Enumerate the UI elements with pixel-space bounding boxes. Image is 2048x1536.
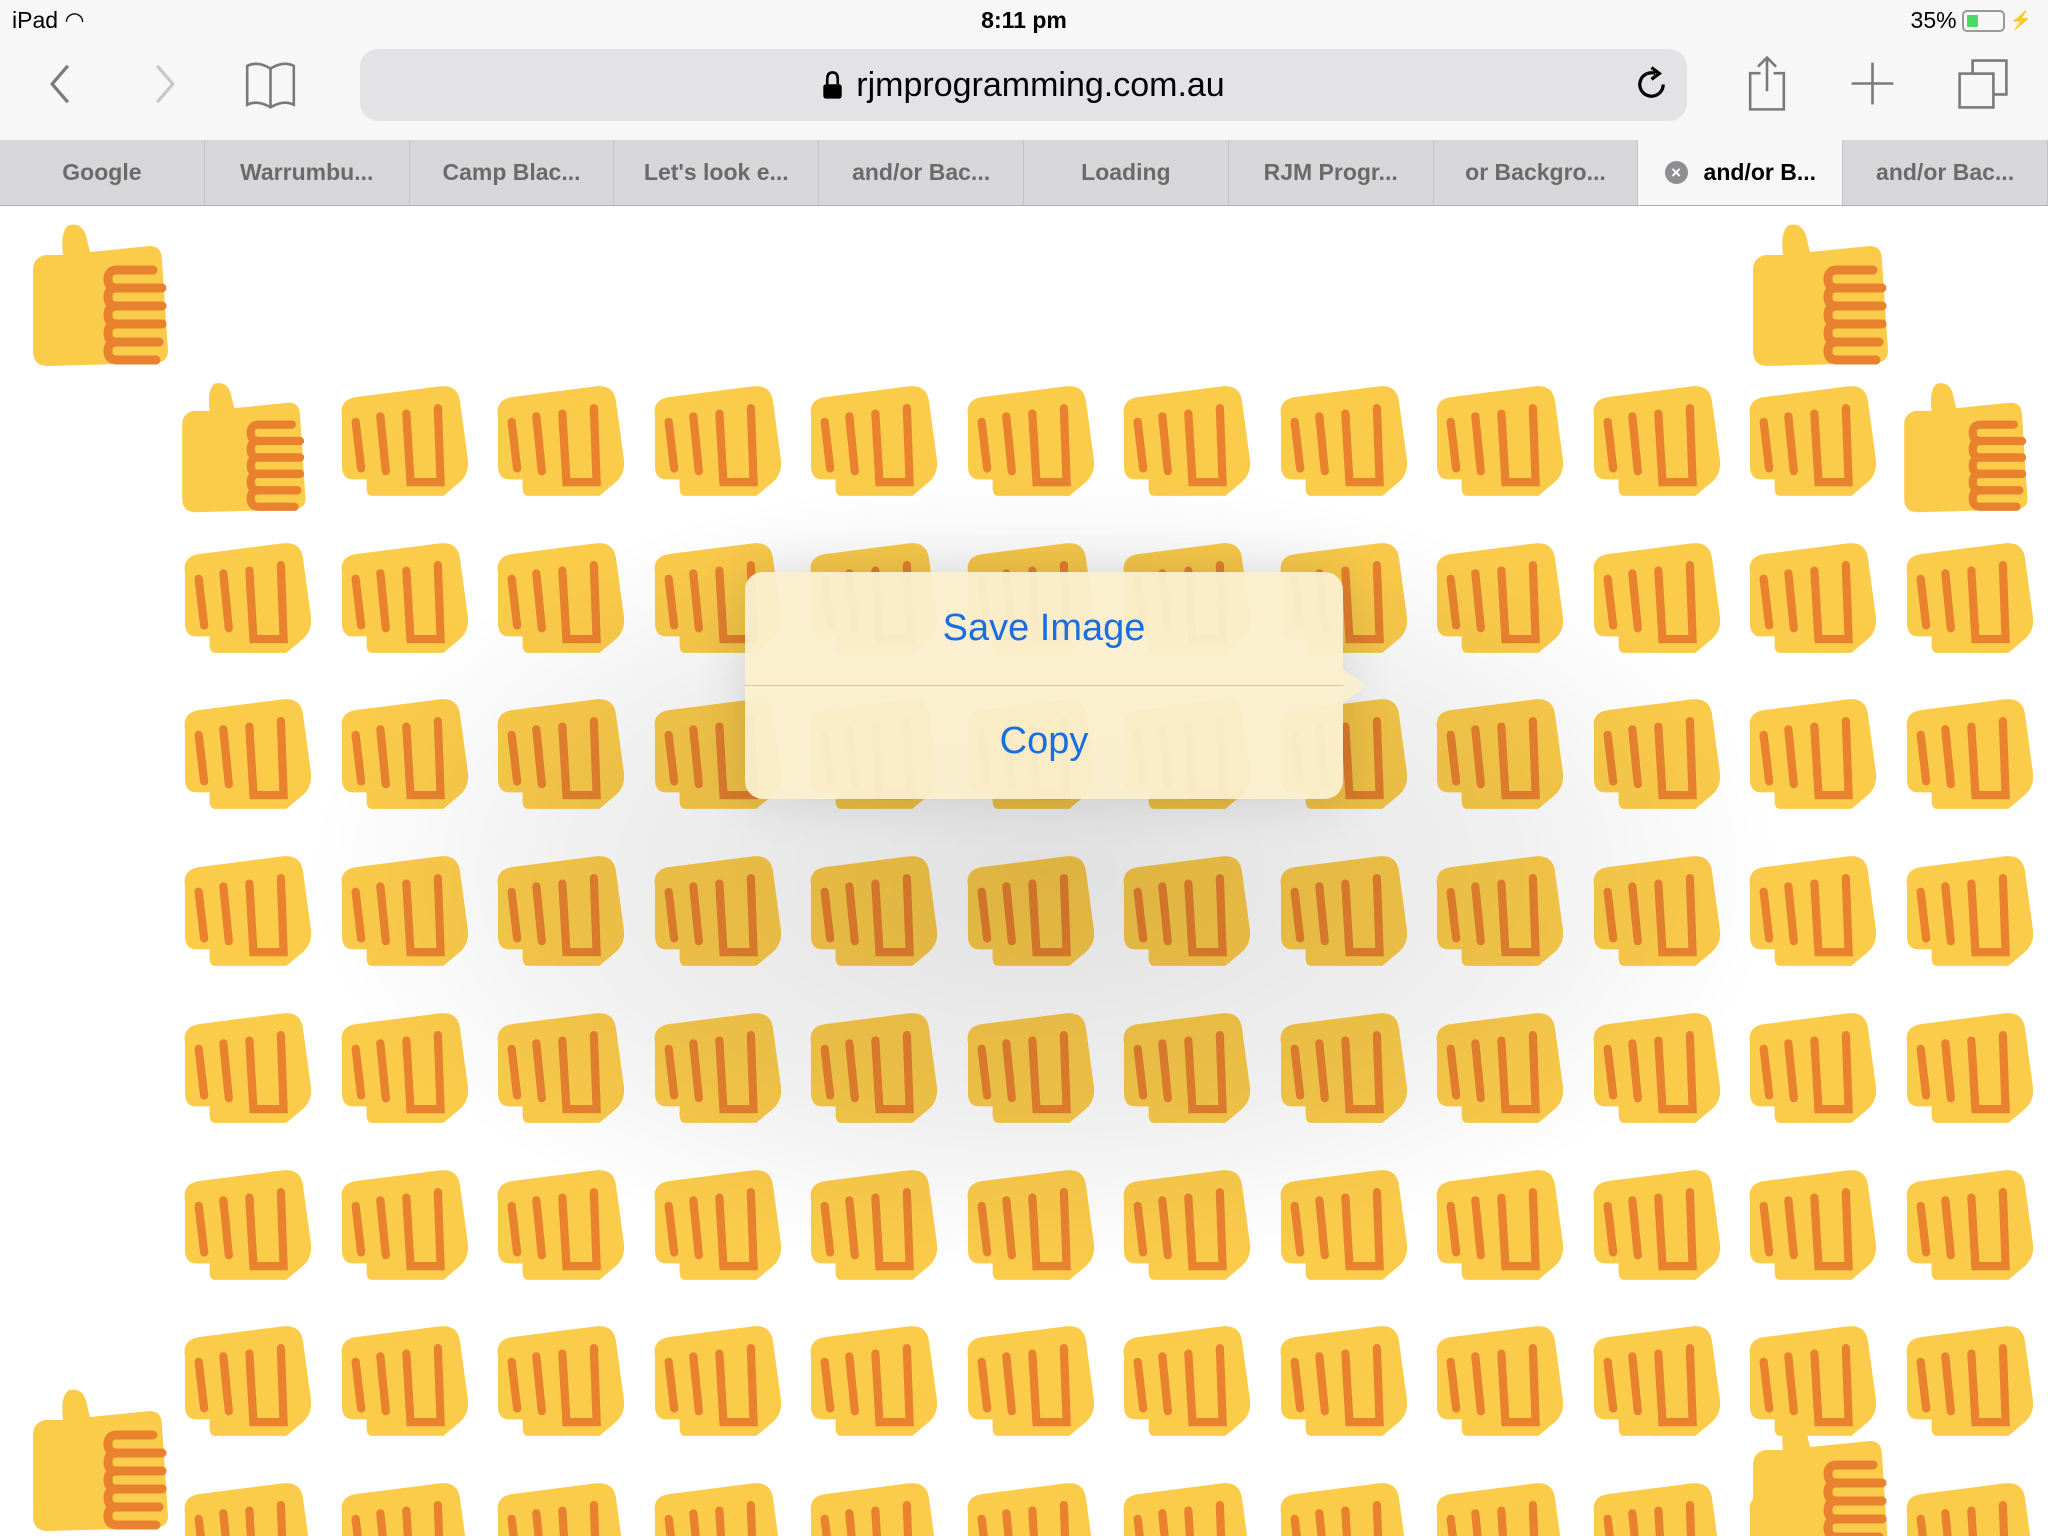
tab-7[interactable]: or Backgro... bbox=[1434, 140, 1639, 205]
oncoming-fist-icon bbox=[1270, 1475, 1407, 1536]
reload-icon[interactable] bbox=[1632, 65, 1671, 104]
tab-1[interactable]: Warrumbu... bbox=[205, 140, 410, 205]
oncoming-fist-icon bbox=[1583, 1318, 1720, 1455]
oncoming-fist-icon bbox=[174, 691, 311, 828]
oncoming-fist-icon bbox=[1739, 1162, 1876, 1299]
oncoming-fist-icon bbox=[1426, 378, 1563, 515]
tab-4[interactable]: and/or Bac... bbox=[819, 140, 1024, 205]
oncoming-fist-icon bbox=[1896, 848, 2033, 985]
oncoming-fist-icon bbox=[174, 535, 311, 672]
battery-icon bbox=[1961, 9, 2005, 32]
oncoming-fist-icon bbox=[331, 1318, 468, 1455]
tab-label: and/or B... bbox=[1703, 159, 1816, 185]
menu-arrow bbox=[1343, 669, 1366, 703]
tab-label: Warrumbu... bbox=[240, 159, 374, 185]
oncoming-fist-icon bbox=[957, 1475, 1094, 1536]
address-bar[interactable]: rjmprogramming.com.au bbox=[360, 49, 1687, 121]
tab-label: or Backgro... bbox=[1465, 159, 1606, 185]
oncoming-fist-icon bbox=[1896, 1318, 2033, 1455]
oncoming-fist-icon bbox=[1896, 535, 2033, 672]
tab-0[interactable]: Google bbox=[0, 140, 205, 205]
tab-2[interactable]: Camp Blac... bbox=[410, 140, 615, 205]
bolt-icon: ⚡ bbox=[2009, 10, 2032, 30]
oncoming-fist-icon bbox=[1739, 535, 1876, 672]
toolbar: rjmprogramming.com.au bbox=[0, 42, 2048, 140]
tabs-icon[interactable] bbox=[1954, 55, 2011, 112]
oncoming-fist-icon bbox=[644, 378, 781, 515]
oncoming-fist-icon bbox=[331, 378, 468, 515]
oncoming-fist-icon bbox=[1426, 1318, 1563, 1455]
oncoming-fist-icon bbox=[1426, 1475, 1563, 1536]
url-text: rjmprogramming.com.au bbox=[856, 65, 1225, 104]
oncoming-fist-icon bbox=[1113, 1318, 1250, 1455]
oncoming-fist-icon bbox=[174, 1005, 311, 1142]
tab-3[interactable]: Let's look e... bbox=[614, 140, 820, 205]
thumbs-up-icon bbox=[24, 219, 174, 369]
tab-6[interactable]: RJM Progr... bbox=[1229, 140, 1434, 205]
oncoming-fist-icon bbox=[1583, 378, 1720, 515]
oncoming-fist-icon bbox=[1896, 1005, 2033, 1142]
tab-label: and/or Bac... bbox=[1876, 159, 2015, 185]
oncoming-fist-icon bbox=[174, 1318, 311, 1455]
forward-icon[interactable] bbox=[136, 55, 193, 112]
oncoming-fist-icon bbox=[1739, 378, 1876, 515]
safari-window: iPad ◠ 8:11 pm 35% ⚡ rjmprogramming.com.… bbox=[0, 0, 2048, 1536]
tab-label: Camp Blac... bbox=[442, 159, 581, 185]
tab-label: RJM Progr... bbox=[1263, 159, 1398, 185]
new-tab-icon[interactable] bbox=[1844, 55, 1901, 112]
thumbs-up-icon bbox=[1896, 378, 2033, 515]
battery-percent: 35% bbox=[1910, 7, 1957, 33]
clock: 8:11 pm bbox=[981, 7, 1067, 33]
thumbs-up-icon bbox=[174, 378, 311, 515]
oncoming-fist-icon bbox=[957, 1318, 1094, 1455]
oncoming-fist-icon bbox=[174, 848, 311, 985]
battery-status: 35% ⚡ bbox=[1911, 7, 2032, 34]
tab-label: Google bbox=[62, 159, 142, 185]
share-icon[interactable] bbox=[1738, 55, 1795, 112]
bookmarks-icon[interactable] bbox=[242, 55, 299, 112]
oncoming-fist-icon bbox=[800, 1475, 937, 1536]
status-bar: iPad ◠ 8:11 pm 35% ⚡ bbox=[0, 0, 2048, 42]
tab-label: Loading bbox=[1081, 159, 1171, 185]
page-content: Save Image Copy bbox=[0, 206, 2048, 1536]
oncoming-fist-icon bbox=[1739, 1005, 1876, 1142]
copy-menu-item[interactable]: Copy bbox=[745, 685, 1343, 798]
tab-label: and/or Bac... bbox=[852, 159, 991, 185]
oncoming-fist-icon bbox=[487, 1318, 624, 1455]
tab-label: Let's look e... bbox=[643, 159, 789, 185]
oncoming-fist-icon bbox=[174, 1475, 311, 1536]
thumbs-up-icon bbox=[1744, 219, 1894, 369]
oncoming-fist-icon bbox=[174, 1162, 311, 1299]
save-image-menu-item[interactable]: Save Image bbox=[745, 572, 1343, 685]
tab-8[interactable]: × and/or B... bbox=[1638, 140, 1844, 205]
oncoming-fist-icon bbox=[1583, 1162, 1720, 1299]
context-menu: Save Image Copy bbox=[745, 572, 1366, 799]
thumbs-up-icon bbox=[1744, 1414, 1894, 1536]
oncoming-fist-icon bbox=[331, 1475, 468, 1536]
oncoming-fist-icon bbox=[1583, 1475, 1720, 1536]
oncoming-fist-icon bbox=[1896, 1475, 2033, 1536]
tab-bar: Google Warrumbu... Camp Blac... Let's look … bbox=[0, 140, 2048, 206]
oncoming-fist-icon bbox=[644, 1318, 781, 1455]
lock-icon bbox=[823, 70, 842, 99]
oncoming-fist-icon bbox=[331, 1162, 468, 1299]
back-icon[interactable] bbox=[31, 55, 88, 112]
tab-9[interactable]: and/or Bac... bbox=[1843, 140, 2048, 205]
close-tab-icon[interactable]: × bbox=[1664, 161, 1688, 184]
oncoming-fist-icon bbox=[487, 1475, 624, 1536]
oncoming-fist-icon bbox=[1896, 691, 2033, 828]
thumbs-up-icon bbox=[24, 1384, 174, 1534]
oncoming-fist-icon bbox=[1896, 1162, 2033, 1299]
tab-5[interactable]: Loading bbox=[1024, 140, 1229, 205]
oncoming-fist-icon bbox=[1113, 1475, 1250, 1536]
menu-divider bbox=[745, 685, 1343, 686]
oncoming-fist-icon bbox=[644, 1475, 781, 1536]
oncoming-fist-icon bbox=[1270, 1318, 1407, 1455]
oncoming-fist-icon bbox=[487, 378, 624, 515]
oncoming-fist-icon bbox=[800, 1318, 937, 1455]
